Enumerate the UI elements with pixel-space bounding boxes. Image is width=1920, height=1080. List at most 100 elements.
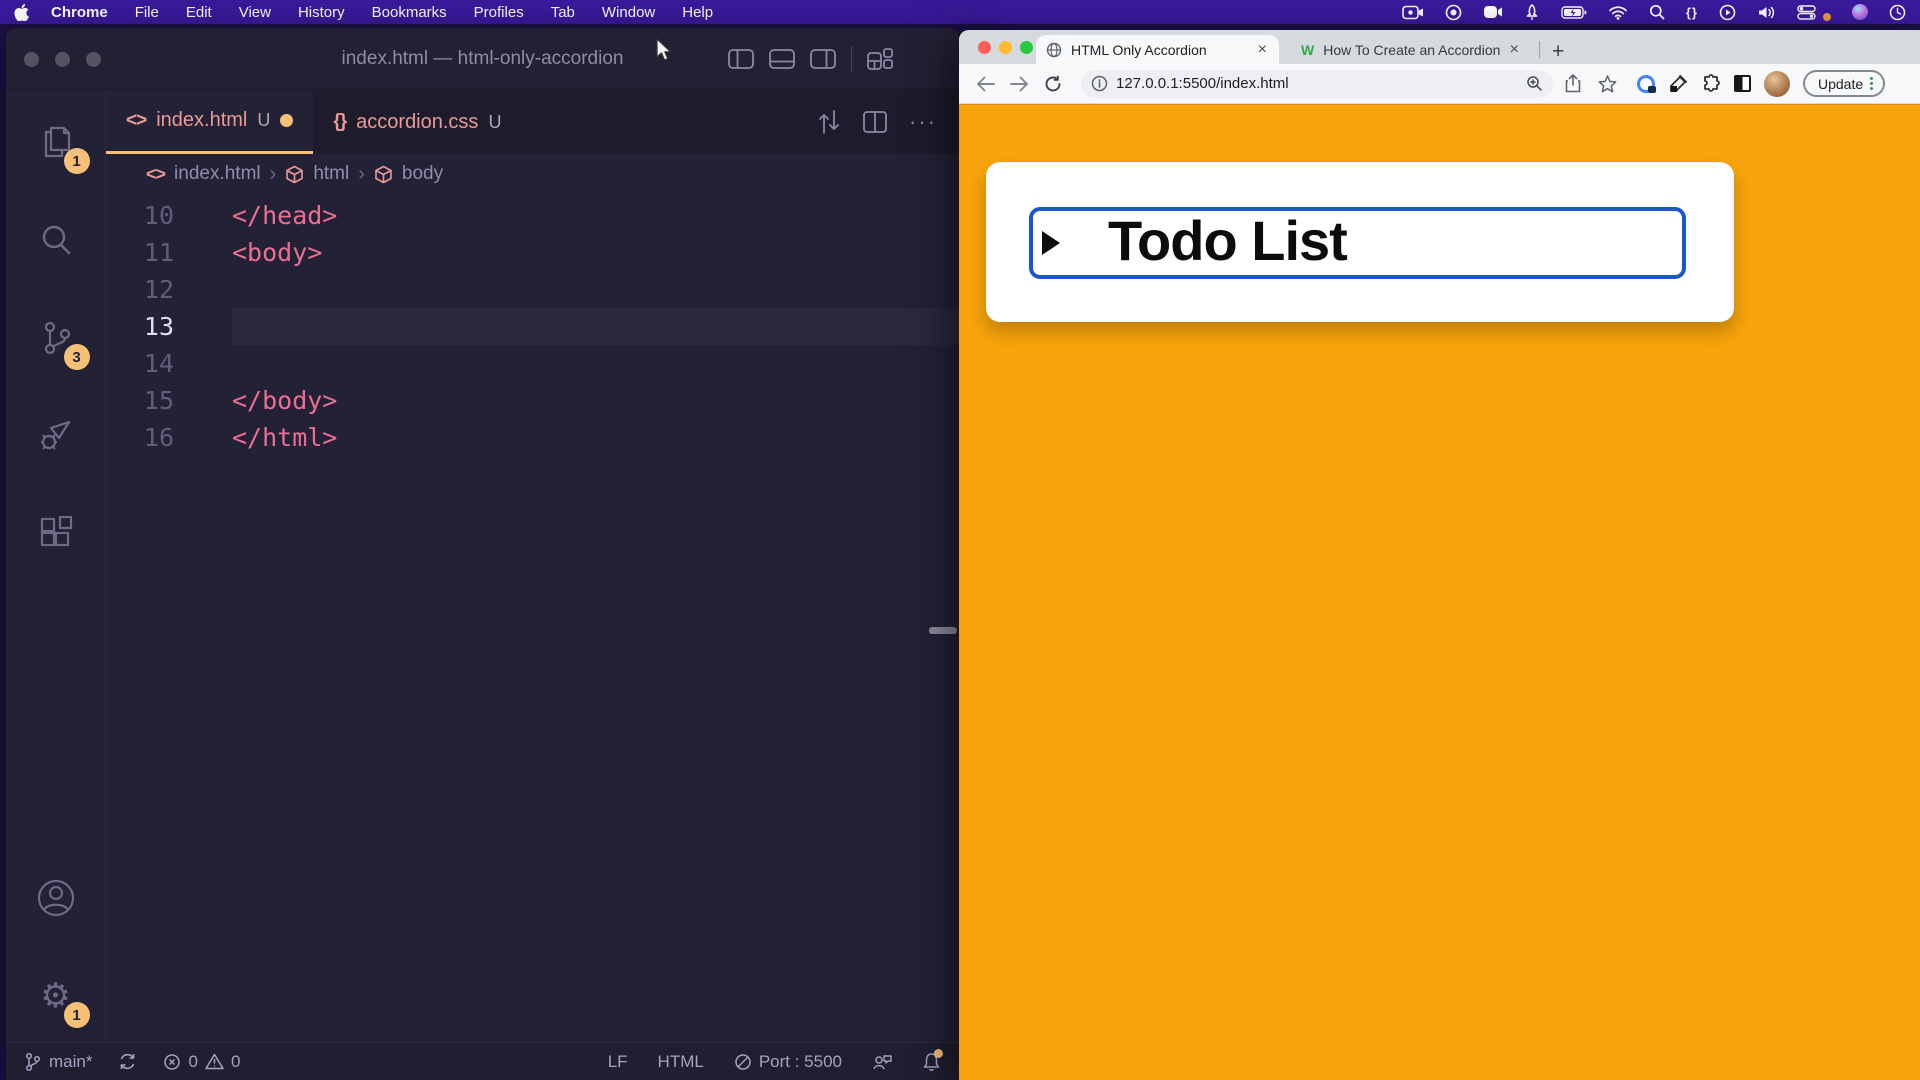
- code-line[interactable]: 16 </html>: [106, 419, 959, 456]
- run-debug-icon[interactable]: [26, 406, 86, 466]
- minimize-window-button[interactable]: [55, 52, 70, 67]
- menu-item[interactable]: Chrome: [51, 4, 108, 21]
- code-line[interactable]: 12: [106, 271, 959, 308]
- settings-gear-icon[interactable]: ⚙ 1: [26, 966, 86, 1026]
- toggle-sidebar-icon[interactable]: [728, 49, 754, 69]
- chrome-window-controls: [978, 30, 1033, 64]
- code-editor[interactable]: 10 </head> 11 <body> 12: [106, 194, 959, 1042]
- tab-index-html[interactable]: <> index.html U: [106, 90, 313, 154]
- menu-item[interactable]: History: [298, 4, 345, 21]
- toggle-secondary-sidebar-icon[interactable]: [810, 49, 836, 69]
- unsaved-dot-icon[interactable]: [280, 114, 293, 127]
- forward-button[interactable]: [1005, 70, 1033, 98]
- code-line[interactable]: 14: [106, 345, 959, 382]
- address-bar[interactable]: 127.0.0.1:5500/index.html: [1081, 70, 1553, 98]
- control-center-icon[interactable]: [1797, 3, 1816, 21]
- menu-bar-items: Chrome File Edit View History Bookmarks Profil…: [51, 4, 713, 21]
- problems-status[interactable]: 0 0: [163, 1052, 240, 1072]
- rocket-icon[interactable]: [1524, 3, 1540, 21]
- compare-changes-icon[interactable]: [817, 109, 841, 135]
- account-icon[interactable]: [26, 868, 86, 928]
- search-icon[interactable]: [1649, 3, 1665, 21]
- record-icon[interactable]: [1445, 3, 1462, 21]
- menu-item[interactable]: Help: [682, 4, 713, 21]
- more-actions-icon[interactable]: ···: [909, 109, 937, 135]
- modified-indicator: U: [488, 112, 501, 133]
- source-control-icon[interactable]: 3: [26, 308, 86, 368]
- wifi-icon[interactable]: [1608, 3, 1628, 21]
- extensions-icon[interactable]: [26, 504, 86, 564]
- feedback-icon[interactable]: [872, 1052, 892, 1071]
- password-extension-icon[interactable]: [1637, 75, 1655, 93]
- new-tab-button[interactable]: +: [1552, 41, 1564, 62]
- siri-icon[interactable]: [1852, 4, 1868, 20]
- explorer-icon[interactable]: 1: [26, 112, 86, 172]
- menu-item[interactable]: Edit: [186, 4, 212, 21]
- eol-indicator[interactable]: LF: [608, 1052, 628, 1072]
- update-chrome-button[interactable]: Update: [1803, 70, 1885, 97]
- close-window-button[interactable]: [978, 41, 991, 54]
- bookmark-star-icon[interactable]: [1593, 70, 1621, 98]
- tab-how-to-create-accordion[interactable]: W How To Create an Accordion ×: [1291, 35, 1531, 64]
- zoom-icon[interactable]: [1526, 75, 1543, 92]
- site-info-icon[interactable]: [1091, 75, 1108, 92]
- code-line[interactable]: 13: [106, 308, 959, 345]
- back-button[interactable]: [971, 70, 999, 98]
- language-mode[interactable]: HTML: [658, 1052, 704, 1072]
- battery-charging-icon[interactable]: [1561, 3, 1587, 21]
- chrome-window: HTML Only Accordion × W How To Create an…: [959, 30, 1920, 1080]
- toggle-panel-icon[interactable]: [769, 49, 795, 69]
- menu-item[interactable]: Tab: [551, 4, 575, 21]
- split-editor-icon[interactable]: [863, 111, 887, 133]
- html-file-icon: <>: [146, 164, 165, 185]
- close-tab-icon[interactable]: ×: [1256, 41, 1269, 59]
- breadcrumb-file[interactable]: index.html: [174, 163, 261, 185]
- editor-scrollbar-handle[interactable]: [929, 627, 957, 634]
- accordion-summary[interactable]: Todo List: [1029, 207, 1686, 279]
- profile-avatar[interactable]: [1764, 71, 1790, 97]
- share-icon[interactable]: [1559, 70, 1587, 98]
- play-circle-icon[interactable]: [1719, 3, 1736, 21]
- volume-icon[interactable]: [1757, 3, 1776, 21]
- close-window-button[interactable]: [24, 52, 39, 67]
- extensions-puzzle-icon[interactable]: [1701, 74, 1721, 94]
- menu-item[interactable]: Window: [602, 4, 655, 21]
- customize-layout-icon[interactable]: [867, 48, 893, 70]
- breadcrumb-html[interactable]: html: [313, 163, 349, 185]
- chrome-tab-strip: HTML Only Accordion × W How To Create an…: [959, 30, 1920, 64]
- symbol-cube-icon: [374, 165, 393, 184]
- code-line[interactable]: 11 <body>: [106, 234, 959, 271]
- branch-name: main*: [49, 1052, 92, 1072]
- zoom-window-button[interactable]: [86, 52, 101, 67]
- notifications-bell-icon[interactable]: [922, 1052, 941, 1072]
- reload-button[interactable]: [1039, 70, 1067, 98]
- tab-html-only-accordion[interactable]: HTML Only Accordion ×: [1036, 35, 1279, 64]
- darkreader-extension-icon[interactable]: [1734, 75, 1751, 92]
- zoom-window-button[interactable]: [1020, 41, 1033, 54]
- status-orange-dot: [1823, 13, 1831, 21]
- menu-item[interactable]: File: [135, 4, 159, 21]
- code-line[interactable]: 10 </head>: [106, 197, 959, 234]
- code-line[interactable]: 15 </body>: [106, 382, 959, 419]
- video-camera-icon[interactable]: [1483, 3, 1503, 21]
- vscode-title-bar[interactable]: index.html — html-only-accordion: [6, 28, 959, 90]
- git-branch-status[interactable]: main*: [24, 1052, 92, 1072]
- colorpicker-extension-icon[interactable]: [1668, 74, 1688, 94]
- tab-accordion-css[interactable]: {} accordion.css U: [313, 90, 521, 154]
- apple-icon[interactable]: [14, 4, 29, 21]
- chevron-right-icon: ›: [358, 163, 365, 186]
- live-server-port[interactable]: Port : 5500: [734, 1052, 842, 1072]
- breadcrumb-body[interactable]: body: [402, 163, 443, 185]
- code-braces-icon[interactable]: {}: [1686, 3, 1698, 21]
- screen-record-icon[interactable]: [1402, 3, 1424, 21]
- minimize-window-button[interactable]: [999, 41, 1012, 54]
- menu-item[interactable]: Profiles: [474, 4, 524, 21]
- error-count: 0: [188, 1052, 197, 1072]
- close-tab-icon[interactable]: ×: [1508, 41, 1521, 59]
- clock-icon[interactable]: [1889, 3, 1906, 21]
- sync-changes-button[interactable]: [118, 1052, 137, 1071]
- url-text[interactable]: 127.0.0.1:5500/index.html: [1116, 75, 1518, 92]
- search-icon[interactable]: [26, 210, 86, 270]
- menu-item[interactable]: View: [239, 4, 271, 21]
- menu-item[interactable]: Bookmarks: [372, 4, 447, 21]
